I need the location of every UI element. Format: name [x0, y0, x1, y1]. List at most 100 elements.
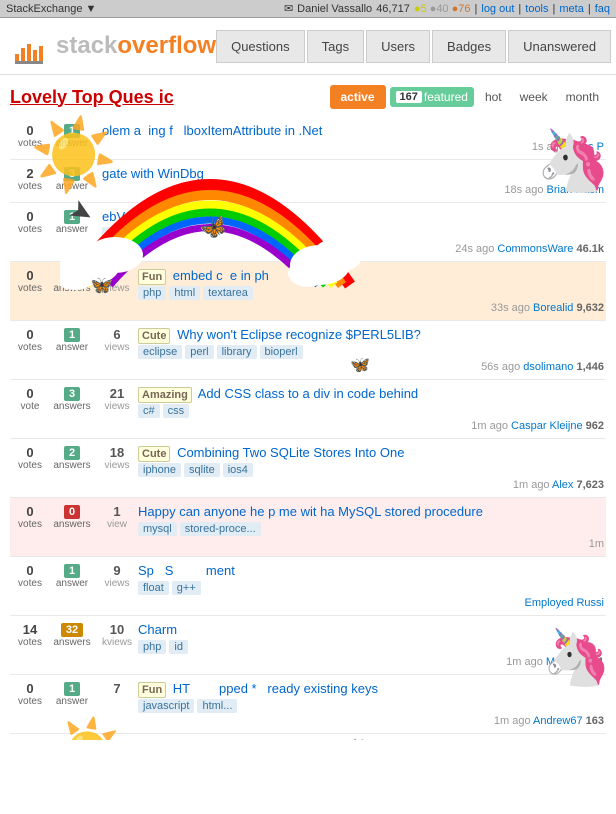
list-item[interactable]: undre: [102, 227, 140, 241]
separator: |: [588, 3, 591, 15]
view-count: 8views: [102, 268, 132, 294]
logout-link[interactable]: log out: [481, 3, 514, 15]
question-meta: 1m ago Andrew67 163: [138, 715, 604, 727]
list-item[interactable]: php: [138, 640, 166, 654]
question-body: Amazing Add CSS class to a div in code b…: [138, 386, 604, 432]
tabs: active 167 featured hot week month: [330, 85, 607, 109]
answer-count: 2 answers: [48, 445, 96, 471]
nav-questions[interactable]: Questions: [216, 30, 305, 63]
tag-list: eclipse perl library bioperl: [138, 345, 604, 359]
nav-users[interactable]: Users: [366, 30, 430, 63]
list-item[interactable]: html: [169, 286, 200, 300]
question-body: Fun HT pped * ready existing keys javasc…: [138, 681, 604, 727]
question-title[interactable]: Fun embed c e in ph: [138, 268, 604, 283]
list-item[interactable]: php: [138, 286, 166, 300]
envelope-icon: ✉: [284, 2, 293, 15]
question-meta: 1m ago Caspar Kleijne 962: [138, 420, 604, 432]
featured-label: featured: [424, 90, 468, 104]
question-meta: 1s ago Hans P: [102, 141, 604, 153]
list-item[interactable]: perl: [185, 345, 213, 359]
nav-unanswered[interactable]: Unanswered: [508, 30, 611, 63]
question-title[interactable]: Cute Why won't Eclipse recognize $PERL5L…: [138, 327, 604, 342]
question-title[interactable]: Sp S ment: [138, 563, 604, 578]
question-meta: 18s ago Brian Rasm: [102, 184, 604, 196]
faq-link[interactable]: faq: [595, 3, 610, 15]
nav-tags[interactable]: Tags: [307, 30, 364, 63]
navigation: Questions Tags Users Badges Unanswered: [216, 30, 611, 63]
question-title[interactable]: Amazing Add CSS class to a div in code b…: [138, 386, 604, 401]
separator: |: [518, 3, 521, 15]
logo-bar: stackoverflow Questions Tags Users Badge…: [0, 18, 616, 75]
logo[interactable]: stackoverflow: [10, 26, 216, 66]
logo-text[interactable]: stackoverflow: [56, 32, 216, 60]
answer-count: 0 answers: [48, 268, 96, 294]
view-count: 10kviews: [102, 622, 132, 648]
view-count: 1view: [102, 504, 132, 530]
list-item[interactable]: ios4: [223, 463, 253, 477]
list-item[interactable]: float: [138, 581, 169, 595]
question-meta: 1m ago M Y Awan 1: [138, 656, 604, 668]
list-item[interactable]: iphone: [138, 463, 181, 477]
tag-list: javascript html...: [138, 699, 604, 713]
tab-week[interactable]: week: [513, 86, 555, 108]
table-row: 2 votes 3 answer gate with WinDbg 18s ag…: [10, 160, 606, 203]
list-item[interactable]: g++: [172, 581, 201, 595]
view-count: 9views: [102, 563, 132, 589]
nav-badges[interactable]: Badges: [432, 30, 506, 63]
list-item[interactable]: javascript: [138, 699, 194, 713]
question-title[interactable]: Fun HT pped * ready existing keys: [138, 681, 604, 696]
list-item[interactable]: css: [163, 404, 190, 418]
page-title: Lovely Top Ques ic: [10, 87, 174, 108]
question-meta: 56s ago dsolimano 1,446: [138, 361, 604, 373]
list-item[interactable]: c#: [138, 404, 160, 418]
answer-count: 1 answer: [48, 681, 96, 707]
question-title[interactable]: gate with WinDbg: [102, 166, 604, 181]
table-row: 0 votes 2 answers 18views Cute Combining…: [10, 439, 606, 498]
view-count: 6views: [102, 327, 132, 353]
tab-active[interactable]: active: [330, 85, 386, 109]
list-item[interactable]: bioperl: [260, 345, 303, 359]
question-title[interactable]: olem a ing f lboxItemAttribute in .Net: [102, 123, 604, 138]
question-body: Cute Combining Two SQLite Stores Into On…: [138, 445, 604, 491]
list-item[interactable]: id: [169, 640, 188, 654]
list-item[interactable]: stored-proce...: [180, 522, 261, 536]
vote-count: 0 vote: [12, 386, 48, 412]
main-content: Lovely Top Ques ic active 167 featured h…: [0, 75, 616, 740]
question-title[interactable]: Happy can anyone he p me wit ha MySQL st…: [138, 504, 604, 519]
table-row: 0 votes 1 answer 7 Fun HT pped * ready e…: [10, 675, 606, 734]
question-meta: Employed Russi: [138, 597, 604, 609]
list-item[interactable]: textarea: [203, 286, 253, 300]
tab-featured[interactable]: 167 featured: [390, 87, 474, 107]
list-item[interactable]: mysql: [138, 522, 177, 536]
meta-link[interactable]: meta: [559, 3, 583, 15]
question-title[interactable]: Cute Combining Two SQLite Stores Into On…: [138, 445, 604, 460]
tab-hot[interactable]: hot: [478, 86, 509, 108]
tag-list: c# css: [138, 404, 604, 418]
question-body: Fun embed c e in ph php html textarea 33…: [138, 268, 604, 314]
tag-list: mysql stored-proce...: [138, 522, 604, 536]
list-item[interactable]: library: [217, 345, 257, 359]
tag-list: php html textarea: [138, 286, 604, 300]
questions-list: 0 votes 1 answer olem a ing f lboxItemAt…: [10, 117, 606, 734]
table-row: 0 votes 1 answer 9views Sp S ment float …: [10, 557, 606, 616]
answer-count: 0 answers: [48, 504, 96, 530]
vote-count: 0 votes: [12, 681, 48, 707]
network-label[interactable]: StackExchange ▼: [6, 3, 96, 15]
question-body: Happy can anyone he p me wit ha MySQL st…: [138, 504, 604, 550]
vote-count: 0 votes: [12, 327, 48, 353]
question-body: Cute Why won't Eclipse recognize $PERL5L…: [138, 327, 604, 373]
table-row: 0 votes 0 answers 8views Fun embed c e i…: [10, 262, 606, 321]
tab-month[interactable]: month: [559, 86, 606, 108]
list-item[interactable]: html...: [197, 699, 237, 713]
username[interactable]: Daniel Vassallo: [297, 3, 372, 15]
network-selector[interactable]: StackExchange ▼: [6, 3, 96, 15]
list-item[interactable]: sqlite: [184, 463, 220, 477]
tag-list: undre: [102, 227, 604, 241]
tag-list: php id: [138, 640, 604, 654]
list-item[interactable]: eclipse: [138, 345, 182, 359]
vote-count: 0 votes: [12, 563, 48, 589]
reputation: 46,717: [376, 3, 410, 15]
tools-link[interactable]: tools: [525, 3, 548, 15]
question-title[interactable]: Charm: [138, 622, 604, 637]
question-title[interactable]: ebV tivity to another: [102, 209, 604, 224]
